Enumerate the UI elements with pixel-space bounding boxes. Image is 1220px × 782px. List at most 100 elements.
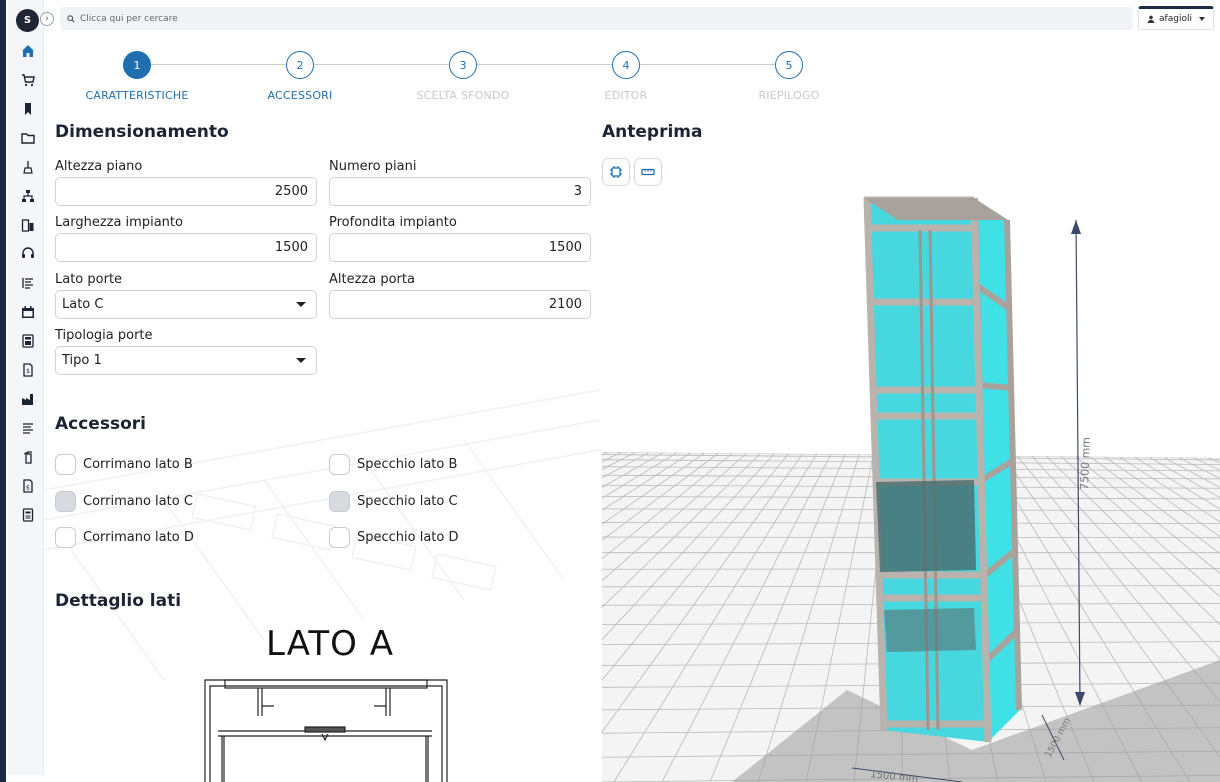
document-icon[interactable] (19, 506, 37, 524)
tipologia-porte-select[interactable]: Tipo 1 (55, 346, 317, 375)
dimensioning-title: Dimensionamento (55, 122, 229, 142)
step-2-label[interactable]: ACCESSORI (215, 89, 385, 102)
specchio-lato-b-checkbox[interactable]: Specchio lato B (329, 454, 457, 475)
user-name: afagioli (1159, 14, 1192, 24)
side-drawing (204, 679, 448, 782)
broom-icon[interactable] (19, 158, 37, 176)
numero-piani-input[interactable]: 3 (329, 177, 591, 206)
checkbox-box[interactable] (55, 527, 76, 548)
logo-text: S (23, 15, 32, 26)
preview-title: Anteprima (602, 122, 703, 142)
step-5-label: RIEPILOGO (758, 89, 820, 102)
factory-icon[interactable] (19, 390, 37, 408)
search-icon (67, 14, 75, 23)
corrimano-lato-c-checkbox[interactable]: Corrimano lato C (55, 491, 193, 512)
profondita-impianto-label: Profondita impianto (329, 215, 457, 230)
larghezza-impianto-value: 1500 (274, 240, 308, 255)
corrimano-lato-d-checkbox[interactable]: Corrimano lato D (55, 527, 194, 548)
calendar-icon[interactable] (19, 303, 37, 321)
step-connector (639, 64, 775, 65)
tipologia-porte-label: Tipologia porte (55, 328, 153, 343)
step-4-label: EDITOR (604, 89, 648, 102)
search-bar[interactable] (60, 7, 1133, 30)
checkbox-label: Specchio lato C (357, 494, 458, 509)
larghezza-impianto-input[interactable]: 1500 (55, 233, 317, 262)
caret-down-icon (296, 358, 306, 363)
step-number: 2 (296, 58, 304, 72)
larghezza-impianto-label: Larghezza impianto (55, 215, 183, 230)
checkbox-box[interactable] (329, 491, 350, 512)
step-number: 4 (622, 58, 630, 72)
step-1-label[interactable]: CARATTERISTICHE (52, 89, 222, 102)
altezza-piano-value: 2500 (274, 184, 308, 199)
step-2-button[interactable]: 2 (286, 51, 314, 79)
ruler-icon[interactable] (634, 158, 662, 186)
svg-text:$: $ (26, 484, 30, 492)
step-number: 3 (459, 58, 467, 72)
folder-icon[interactable] (19, 129, 37, 147)
step-connector (313, 64, 449, 65)
lato-porte-value: Lato C (62, 297, 104, 312)
profondita-impianto-value: 1500 (548, 240, 582, 255)
list-icon[interactable] (19, 274, 37, 292)
lines-icon[interactable] (19, 419, 37, 437)
numero-piani-value: 3 (573, 184, 582, 199)
checkbox-label: Corrimano lato B (83, 457, 193, 472)
altezza-porta-label: Altezza porta (329, 272, 415, 287)
invoice-dollar-icon[interactable]: $ (19, 477, 37, 495)
caret-down-icon (296, 302, 306, 307)
tipologia-porte-value: Tipo 1 (62, 353, 102, 368)
chevron-down-icon (1198, 17, 1205, 21)
step-3-label: SCELTA SFONDO (416, 89, 510, 102)
altezza-porta-input[interactable]: 2100 (329, 290, 591, 319)
corrimano-lato-b-checkbox[interactable]: Corrimano lato B (55, 454, 193, 475)
cart-icon[interactable] (19, 71, 37, 89)
sidebar-edge (0, 0, 6, 782)
user-icon (1147, 15, 1155, 23)
height-dimension-label: 7500 mm (1078, 437, 1093, 490)
specchio-lato-c-checkbox[interactable]: Specchio lato C (329, 491, 458, 512)
step-number: 1 (133, 58, 141, 72)
numero-piani-label: Numero piani (329, 159, 417, 174)
altezza-porta-value: 2100 (548, 297, 582, 312)
elevator-3d-preview[interactable]: 7500 mm 1500 mm 1500 mm (602, 190, 1220, 782)
app-logo[interactable]: S (16, 9, 39, 32)
calculator-icon[interactable] (19, 332, 37, 350)
detail-title: Dettaglio lati (55, 591, 182, 611)
specchio-lato-d-checkbox[interactable]: Specchio lato D (329, 527, 459, 548)
svg-text:$: $ (26, 368, 30, 375)
sidebar-toggle-button[interactable]: › (40, 12, 54, 26)
step-1-button[interactable]: 1 (123, 51, 151, 79)
step-3-button[interactable]: 3 (449, 51, 477, 79)
step-4-button[interactable]: 4 (612, 51, 640, 79)
buildings-icon[interactable] (19, 216, 37, 234)
extinguisher-icon[interactable] (19, 448, 37, 466)
accessories-title: Accessori (55, 414, 146, 434)
altezza-piano-input[interactable]: 2500 (55, 177, 317, 206)
chip-icon[interactable] (602, 158, 630, 186)
checkbox-label: Specchio lato D (357, 530, 459, 545)
bookmark-icon[interactable] (19, 100, 37, 118)
step-connector (150, 64, 286, 65)
checkbox-box[interactable] (329, 454, 350, 475)
altezza-piano-label: Altezza piano (55, 159, 143, 174)
home-icon[interactable] (19, 42, 37, 60)
checkbox-box[interactable] (329, 527, 350, 548)
lato-porte-select[interactable]: Lato C (55, 290, 317, 319)
user-menu-button[interactable]: afagioli (1138, 6, 1214, 30)
org-chart-icon[interactable] (19, 187, 37, 205)
checkbox-label: Corrimano lato C (83, 494, 193, 509)
app-window: S › $ $ afagioli 1 2 3 4 5 CARATTERISTIC… (0, 0, 1220, 782)
invoice-icon[interactable]: $ (19, 361, 37, 379)
headset-icon[interactable] (19, 245, 37, 263)
lato-porte-label: Lato porte (55, 272, 123, 287)
profondita-impianto-input[interactable]: 1500 (329, 233, 591, 262)
step-5-button[interactable]: 5 (775, 51, 803, 79)
step-number: 5 (785, 58, 793, 72)
checkbox-label: Corrimano lato D (83, 530, 194, 545)
step-connector (476, 64, 612, 65)
search-input[interactable] (80, 13, 980, 24)
checkbox-box[interactable] (55, 454, 76, 475)
checkbox-box[interactable] (55, 491, 76, 512)
checkbox-label: Specchio lato B (357, 457, 458, 472)
